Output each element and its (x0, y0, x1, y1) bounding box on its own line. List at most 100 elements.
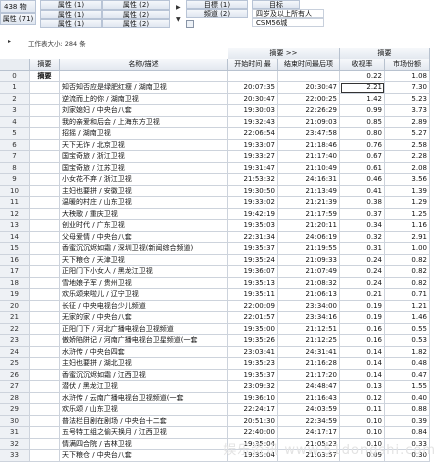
table-row[interactable]: 18 雪地娘子军 / 贵州卫视 19:35:13 21:08:32 0.24 0.82 (0, 277, 440, 289)
row-end-time[interactable]: 21:07:49 (278, 266, 340, 278)
table-row[interactable]: 11 温暖的村庄 / 山东卫视 19:33:02 21:21:39 0.38 1.29 (0, 197, 440, 209)
row-name[interactable]: 长征 / 中央电视台少儿频道 (60, 300, 228, 312)
row-start-time[interactable]: 19:35:37 (228, 369, 278, 381)
row-start-time[interactable]: 19:31:47 (228, 162, 278, 174)
row-summary[interactable] (30, 174, 60, 186)
row-name[interactable]: 主妇也要拼 / 湖北卫视 (60, 358, 228, 370)
row-summary[interactable] (30, 438, 60, 450)
row-end-time[interactable]: 23:34:00 (278, 300, 340, 312)
row-name[interactable]: 正阳门下 / 河北广播电视台卫视频道 (60, 323, 228, 335)
row-rating[interactable]: 0.80 (340, 128, 385, 140)
row-start-time[interactable]: 20:07:35 (228, 82, 278, 94)
row-rating[interactable]: 0.14 (340, 346, 385, 358)
row-share[interactable]: 0.88 (385, 404, 430, 416)
row-summary[interactable] (30, 254, 60, 266)
row-name[interactable]: 逆流而上的你 / 湖南卫视 (60, 93, 228, 105)
row-name[interactable]: 正阳门下小女人 / 黑龙江卫视 (60, 266, 228, 278)
target-header[interactable]: 目標 (1) (186, 0, 248, 9)
row-name[interactable]: 情满四合院 / 吉林卫视 (60, 438, 228, 450)
row-start-time[interactable]: 22:24:17 (228, 404, 278, 416)
row-start-time[interactable]: 19:30:50 (228, 185, 278, 197)
channel-header[interactable]: 頻道 (2) (186, 9, 248, 18)
row-share[interactable]: 1.46 (385, 312, 430, 324)
row-share[interactable]: 3.56 (385, 174, 430, 186)
filter-icon[interactable] (186, 20, 194, 28)
row-summary[interactable] (30, 335, 60, 347)
row-name[interactable]: 国宝奇旅 / 江苏卫视 (60, 162, 228, 174)
col-header-summary[interactable]: 摘要 (30, 59, 60, 71)
table-row[interactable]: 16 天下粮仓 / 天津卫视 19:35:24 21:09:33 0.24 0.82 (0, 254, 440, 266)
table-row[interactable]: 3 刘家媳妇 / 中央台八套 19:30:03 22:26:29 0.99 3.73 (0, 105, 440, 117)
row-start-time[interactable]: 19:35:03 (228, 220, 278, 232)
row-start-time[interactable]: 19:33:02 (228, 197, 278, 209)
table-row[interactable]: 8 国宝奇旅 / 江苏卫视 19:31:47 21:10:49 0.61 2.08 (0, 162, 440, 174)
row-share[interactable]: 2.08 (385, 162, 430, 174)
col-header-end[interactable]: 结束时间最后项 (278, 59, 340, 71)
row-summary[interactable] (30, 277, 60, 289)
row-rating[interactable]: 0.85 (340, 116, 385, 128)
row-start-time[interactable]: 22:06:54 (228, 128, 278, 140)
table-row[interactable]: 6 天下无诈 / 北京卫视 19:33:07 21:18:46 0.76 2.58 (0, 139, 440, 151)
table-row[interactable]: 10 主妇也要拼 / 安徽卫视 19:30:50 21:13:49 0.41 1.39 (0, 185, 440, 197)
row-share[interactable]: 1.39 (385, 185, 430, 197)
row-end-time[interactable]: 21:12:25 (278, 335, 340, 347)
table-row[interactable]: 9 小女花不弃 / 浙江卫视 21:53:32 24:16:31 0.46 3.56 (0, 174, 440, 186)
row-end-time[interactable]: 21:17:20 (278, 369, 340, 381)
row-name[interactable]: 小女花不弃 / 浙江卫视 (60, 174, 228, 186)
row-rating[interactable]: 0.16 (340, 335, 385, 347)
table-row[interactable]: 27 潜伏 / 黑龙江卫视 23:09:32 24:48:47 0.13 1.55 (0, 381, 440, 393)
market-value[interactable]: CSM56城 (252, 18, 324, 27)
row-summary[interactable] (30, 231, 60, 243)
row-start-time[interactable]: 19:33:07 (228, 139, 278, 151)
row-start-time[interactable]: 19:35:26 (228, 335, 278, 347)
table-row[interactable]: 17 正阳门下小女人 / 黑龙江卫视 19:36:07 21:07:49 0.24 0.8… (0, 266, 440, 278)
row-summary[interactable] (30, 381, 60, 393)
row-share[interactable]: 1.55 (385, 381, 430, 393)
group-header-summary-link[interactable]: 摘要 >> (228, 48, 340, 60)
table-row[interactable]: 31 五号特工组之偷天换月 / 江西卫视 22:40:00 24:17:17 0.10 0… (0, 427, 440, 439)
row-summary[interactable] (30, 128, 60, 140)
row-start-time[interactable]: 22:31:34 (228, 231, 278, 243)
target-column-header[interactable]: 目标 (252, 0, 300, 9)
row-end-time[interactable]: 21:10:49 (278, 162, 340, 174)
row-end-time[interactable]: 24:06:19 (278, 231, 340, 243)
row-end-time[interactable]: 21:13:49 (278, 185, 340, 197)
col-header-rating[interactable]: 收视率 (340, 59, 385, 71)
row-share[interactable]: 1.29 (385, 197, 430, 209)
row-summary[interactable] (30, 185, 60, 197)
row-name[interactable]: 傲娇陷阱记 / 河南广播电视台卫星频道(一套 (60, 335, 228, 347)
row-end-time[interactable]: 21:17:59 (278, 208, 340, 220)
row-share[interactable]: 0.82 (385, 277, 430, 289)
row-summary[interactable] (30, 415, 60, 427)
row-share[interactable]: 0.82 (385, 254, 430, 266)
row-share[interactable]: 0.55 (385, 323, 430, 335)
row-summary[interactable] (30, 151, 60, 163)
row-name[interactable]: 水浒传 / 云南广播电视台卫视频道(一套 (60, 392, 228, 404)
table-row[interactable]: 13 创业时代 / 广东卫视 19:35:03 21:20:11 0.34 1.16 (0, 220, 440, 232)
row-share[interactable]: 1.00 (385, 243, 430, 255)
row-end-time[interactable]: 21:09:33 (278, 254, 340, 266)
row-share[interactable]: 0.47 (385, 369, 430, 381)
row-share[interactable]: 5.23 (385, 93, 430, 105)
row-name[interactable]: 主妇也要拼 / 安徽卫视 (60, 185, 228, 197)
row-name[interactable]: 欢乐颂 / 山东卫视 (60, 404, 228, 416)
row-end-time[interactable]: 21:09:03 (278, 116, 340, 128)
table-row[interactable]: 2 逆流而上的你 / 湖南卫视 20:30:47 22:00:25 1.42 5.23 (0, 93, 440, 105)
row-rating[interactable]: 0.31 (340, 243, 385, 255)
row-summary[interactable] (30, 289, 60, 301)
row-summary[interactable] (30, 392, 60, 404)
row-end-time[interactable]: 22:34:59 (278, 415, 340, 427)
row-start-time[interactable]: 21:53:32 (228, 174, 278, 186)
row-rating[interactable]: 0.76 (340, 139, 385, 151)
row-rating[interactable]: 0.99 (340, 105, 385, 117)
row-start-time[interactable]: 23:09:32 (228, 381, 278, 393)
attr-2-header[interactable]: 属性 (2) (102, 0, 170, 10)
group-header-summary[interactable]: 摘要 (340, 48, 430, 60)
row-rating[interactable]: 0.37 (340, 208, 385, 220)
row-rating[interactable]: 0.32 (340, 231, 385, 243)
row-end-time[interactable]: 20:30:47 (278, 82, 340, 94)
row-end-time[interactable]: 21:08:32 (278, 277, 340, 289)
row-summary[interactable] (30, 82, 60, 94)
row-summary[interactable] (30, 266, 60, 278)
row-name[interactable]: 创业时代 / 广东卫视 (60, 220, 228, 232)
